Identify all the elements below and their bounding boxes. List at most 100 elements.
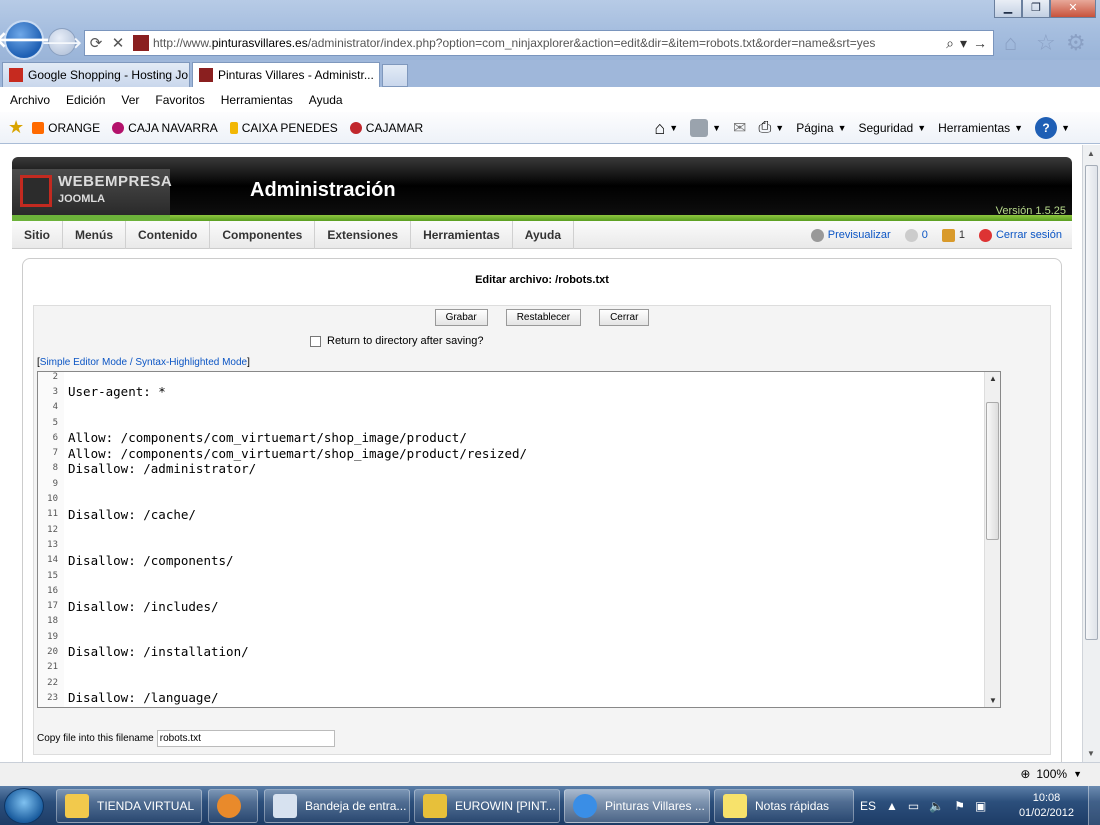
language-indicator[interactable]: ES <box>860 799 876 813</box>
favorite-caja-navarra[interactable]: CAJA NAVARRA <box>112 121 218 135</box>
tray-expand-icon[interactable]: ▲ <box>886 799 898 813</box>
forward-button[interactable]: 🡒 <box>42 28 82 56</box>
return-option: Return to directory after saving? <box>310 335 484 347</box>
close-button[interactable]: Cerrar <box>599 309 650 326</box>
editor-scroll-thumb[interactable] <box>986 402 999 540</box>
line-number: 17 <box>47 601 58 612</box>
system-tray: ES ▲ ▭ 🔈 ⚑ ▣ <box>860 786 986 825</box>
menu-favoritos[interactable]: Favoritos <box>155 93 204 107</box>
favorites-star-icon[interactable]: ★ <box>8 117 24 138</box>
tab-strip: Google Shopping - Hosting Jo... Pinturas… <box>0 60 1100 87</box>
cajamar-favicon <box>349 121 362 134</box>
mail-command[interactable]: ✉ <box>733 118 746 138</box>
help-menu[interactable]: ? ▼ <box>1035 117 1070 139</box>
new-tab-button[interactable] <box>382 64 408 87</box>
security-menu[interactable]: Seguridad ▼ <box>858 121 926 135</box>
tab-pinturas-villares[interactable]: Pinturas Villares - Administr... ✕ <box>192 62 380 87</box>
gear-icon[interactable]: ⚙ <box>1066 30 1086 56</box>
menu-sitio[interactable]: Sitio <box>12 221 63 249</box>
scroll-down-icon[interactable]: ▼ <box>989 696 997 705</box>
tab-google-shopping[interactable]: Google Shopping - Hosting Jo... <box>2 62 190 87</box>
favorite-orange[interactable]: ORANGE <box>32 121 100 135</box>
menu-ayuda[interactable]: Ayuda <box>513 221 575 249</box>
site-favicon <box>133 35 149 51</box>
webempresa-logo[interactable]: WEBEMPRESA JOOMLA <box>12 169 172 221</box>
taskbar-notas-rapidas[interactable]: Notas rápidas <box>714 789 854 823</box>
menu-ayuda[interactable]: Ayuda <box>309 93 343 107</box>
menu-edicion[interactable]: Edición <box>66 93 105 107</box>
menu-componentes[interactable]: Componentes <box>210 221 316 249</box>
arrow-right-icon: 🡒 <box>41 34 83 52</box>
menu-archivo[interactable]: Archivo <box>10 93 50 107</box>
save-button[interactable]: Grabar <box>434 309 488 326</box>
go-arrow-icon[interactable]: → <box>973 35 987 52</box>
favorites-star-icon[interactable]: ☆ <box>1036 30 1056 56</box>
code-editor[interactable]: 2 3 User-agent: * 4 5 6 Allow: /components/com… <box>37 371 1001 708</box>
logout-link[interactable]: Cerrar sesión <box>978 228 1062 242</box>
line-code: Disallow: /language/ <box>68 690 219 706</box>
menu-ver[interactable]: Ver <box>121 93 139 107</box>
code-line: 7 Allow: /components/com_virtuemart/shop_… <box>38 445 1000 461</box>
address-bar[interactable]: ⟳ ✕ http://www.pinturasvillares.es/admin… <box>84 30 994 56</box>
editor-scrollbar[interactable]: ▲ ▼ <box>984 372 1000 707</box>
taskbar-pinturas-villares[interactable]: Pinturas Villares ... <box>564 789 710 823</box>
maximize-button[interactable]: ❐ <box>1022 0 1050 18</box>
flag-icon[interactable]: ⚑ <box>954 799 965 813</box>
clock[interactable]: 10:08 01/02/2012 <box>1019 791 1074 821</box>
scroll-up-icon[interactable]: ▲ <box>989 374 997 383</box>
start-button[interactable] <box>4 788 44 824</box>
copy-filename-input[interactable] <box>156 730 335 747</box>
show-desktop-button[interactable] <box>1088 786 1100 825</box>
line-number: 15 <box>47 570 58 581</box>
taskbar-tienda-virtual[interactable]: TIENDA VIRTUAL <box>56 789 202 823</box>
scroll-down-icon[interactable]: ▼ <box>1087 749 1095 758</box>
preview-link[interactable]: Previsualizar <box>810 228 891 242</box>
home-command[interactable]: ⌂ ▼ <box>654 118 678 139</box>
page-scrollbar[interactable]: ▲ ▼ <box>1082 145 1100 762</box>
taskbar-bandeja[interactable]: Bandeja de entra... <box>264 789 410 823</box>
menu-contenido[interactable]: Contenido <box>126 221 211 249</box>
taskbar-media-player[interactable] <box>208 789 258 823</box>
line-code: Disallow: /administrator/ <box>68 460 257 476</box>
menu-menus[interactable]: Menús <box>63 221 127 249</box>
taskbar-eurowin[interactable]: EUROWIN [PINT... <box>414 789 560 823</box>
line-number: 11 <box>47 509 58 520</box>
zoom-control[interactable]: ⊕ 100% ▼ <box>1020 767 1082 781</box>
dropdown-icon[interactable]: ▾ <box>960 35 967 52</box>
messages-count[interactable]: 0 <box>904 228 928 242</box>
line-number: 14 <box>47 555 58 566</box>
refresh-icon[interactable]: ⟳ <box>85 34 107 52</box>
search-icon[interactable]: ⌕ <box>946 35 954 52</box>
scroll-up-icon[interactable]: ▲ <box>1087 149 1095 158</box>
network-icon[interactable]: ▣ <box>975 799 986 813</box>
back-button[interactable]: 🡐 <box>0 20 54 60</box>
editor-mode-link[interactable]: Simple Editor Mode / Syntax-Highlighted … <box>40 357 247 368</box>
line-number: 16 <box>47 585 58 596</box>
page-scroll-thumb[interactable] <box>1085 165 1098 640</box>
reset-button[interactable]: Restablecer <box>505 309 582 326</box>
code-line: 8 Disallow: /administrator/ <box>38 461 1000 476</box>
feeds-command[interactable]: ▼ <box>690 119 721 137</box>
home-icon: ⌂ <box>654 117 666 138</box>
menu-herramientas[interactable]: Herramientas <box>221 93 293 107</box>
menu-herramientas[interactable]: Herramientas <box>411 221 513 249</box>
stop-icon[interactable]: ✕ <box>107 34 129 52</box>
print-command[interactable]: ⎙ ▼ <box>758 119 784 137</box>
favorite-cajamar[interactable]: CAJAMAR <box>349 121 423 135</box>
favorite-caixa-penedes[interactable]: CAIXA PENEDES <box>229 121 338 135</box>
code-line: 18 <box>38 614 1000 629</box>
line-number: 23 <box>47 692 58 703</box>
minimize-button[interactable]: ▁ <box>994 0 1022 18</box>
return-checkbox[interactable] <box>310 335 321 347</box>
media-player-icon <box>217 794 241 818</box>
line-code: Allow: /components/com_virtuemart/shop_i… <box>68 445 528 461</box>
close-window-button[interactable]: ✕ <box>1050 0 1096 18</box>
keyboard-icon[interactable]: ▭ <box>908 799 919 813</box>
volume-icon[interactable]: 🔈 <box>929 799 944 813</box>
url-text[interactable]: http://www.pinturasvillares.es/administr… <box>153 36 946 50</box>
page-menu[interactable]: Página ▼ <box>796 121 846 135</box>
home-icon[interactable]: ⌂ <box>1004 30 1017 56</box>
tools-menu[interactable]: Herramientas ▼ <box>938 121 1023 135</box>
menu-extensiones[interactable]: Extensiones <box>315 221 412 249</box>
users-count[interactable]: 1 <box>941 228 965 242</box>
